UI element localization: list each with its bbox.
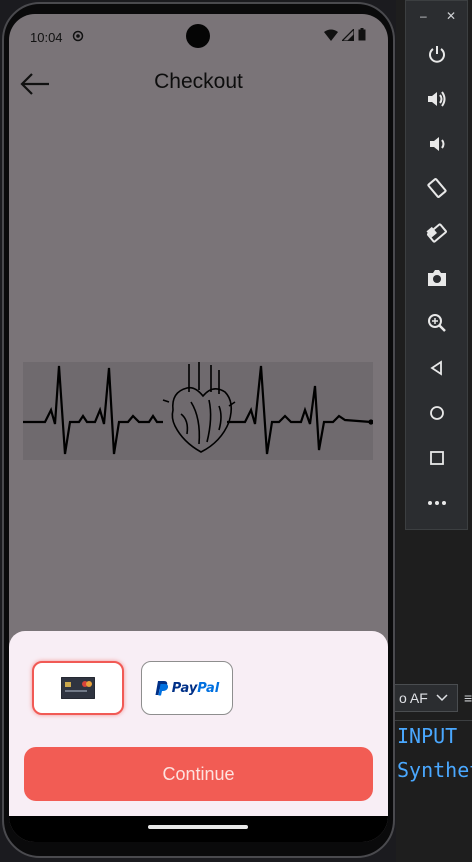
camera-icon[interactable] [416,261,458,295]
more-options-icon[interactable] [416,486,458,520]
close-icon[interactable]: ✕ [446,9,456,23]
overview-square-icon[interactable] [416,441,458,475]
volume-down-icon[interactable] [416,127,458,161]
volume-up-icon[interactable] [416,82,458,116]
wifi-icon [324,29,338,41]
battery-icon [358,28,366,41]
status-bar: 10:04 [9,14,388,58]
ide-dropdown[interactable]: o AF [392,684,458,712]
hamburger-icon[interactable]: ≡ [464,690,472,706]
ide-code-line: Synthet [397,758,472,782]
paypal-label-pal: Pal [197,680,220,696]
page-title: Checkout [154,70,243,93]
paypal-logo-icon [155,681,168,696]
chevron-down-icon [436,694,448,702]
heart-icon [162,362,236,453]
continue-button[interactable]: Continue [24,747,373,801]
credit-card-icon [61,677,95,699]
power-icon[interactable] [416,37,458,71]
signal-icon [342,28,354,41]
ide-divider [392,720,472,721]
status-time: 10:04 [30,30,63,45]
home-circle-icon[interactable] [416,396,458,430]
app-bar: Checkout [9,58,388,114]
rotate-left-icon[interactable] [416,171,458,205]
heartbeat-illustration [23,362,374,460]
home-handle[interactable] [148,825,248,829]
payment-sheet: Pay Pal Continue [9,631,388,816]
zoom-icon[interactable] [416,306,458,340]
paypal-option[interactable]: Pay Pal [141,661,233,715]
ide-dropdown-label: o AF [399,690,428,706]
ide-code-line: INPUT [397,724,458,748]
notification-icon [72,30,84,42]
front-camera [186,24,210,48]
device-screen: 10:04 Checkout Pay Pal Continue [9,14,388,842]
rotate-right-icon[interactable] [416,216,458,250]
gesture-nav-bar [9,816,388,842]
emulator-toolbar: – ✕ [405,0,468,530]
credit-card-option[interactable] [32,661,124,715]
back-triangle-icon[interactable] [416,351,458,385]
minimize-icon[interactable]: – [420,9,427,23]
paypal-label-pay: Pay [171,680,198,696]
